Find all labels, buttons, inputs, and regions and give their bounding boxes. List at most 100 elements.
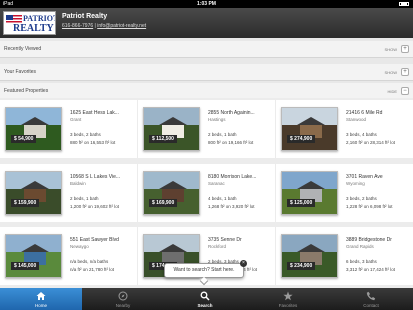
listing-beds-baths: 3 beds, 2 baths: [70, 132, 101, 137]
listing-address: 1625 East Hess Lak...: [70, 110, 119, 116]
listing-city: Stanwood: [346, 117, 367, 122]
listing-address: 10568 S L Lakes Vie...: [70, 174, 121, 180]
patriot-realty-logo: PATRIOT REALTY: [3, 11, 56, 35]
listing-address: 551 East Sawyer Blvd: [70, 237, 119, 243]
listing-price: $ 234,900: [287, 262, 316, 270]
tab-home[interactable]: Home: [0, 288, 82, 310]
contact-line: 616-866-7976 | info@patriot-realty.net: [62, 23, 146, 29]
tooltip-text: Want to search? Start here.: [173, 267, 235, 273]
show-toggle-label[interactable]: SHOW: [385, 47, 397, 52]
listing-area: n/a ft² on 21,780 ft² lot: [70, 267, 115, 272]
listing-address: 8180 Morrison Lake...: [208, 174, 257, 180]
logo-text-bottom: REALTY: [13, 23, 54, 34]
app-title: Patriot Realty: [62, 13, 108, 20]
listing-price: $ 54,900: [11, 135, 37, 143]
tab-label: Contact: [363, 303, 379, 308]
tab-label: Favorites: [278, 303, 298, 308]
listing-address: 3735 Senne Dr: [208, 237, 242, 243]
listing-card[interactable]: $ 234,900 3889 Bridgestone Dr Grand Rapids…: [276, 227, 413, 285]
listing-address: 3701 Raven Ave: [346, 174, 383, 180]
phone-link[interactable]: 616-866-7976: [62, 23, 93, 29]
tab-bar: Home Nearby Search Favorites Contact: [0, 288, 413, 310]
listing-city: Grand Rapids: [346, 244, 374, 249]
search-icon: [200, 291, 210, 301]
listing-price: $ 274,900: [287, 135, 316, 143]
listing-photo[interactable]: $ 234,900: [281, 234, 338, 278]
app-header: PATRIOT REALTY Patriot Realty 616-866-79…: [0, 8, 413, 38]
home-icon: [36, 292, 46, 300]
status-bar: iPad 1:03 PM: [0, 0, 413, 8]
listing-beds-baths: 3 beds, 4 baths: [346, 132, 377, 137]
listing-card[interactable]: $ 274,900 21416 6 Mile Rd Stanwood 3 beds, …: [276, 100, 413, 158]
listing-beds-baths: 4 beds, 1 bath: [208, 196, 237, 201]
listing-price: $ 169,900: [149, 199, 178, 207]
tab-label: Nearby: [115, 303, 131, 308]
section-title: Featured Properties: [4, 88, 49, 94]
tab-contact[interactable]: Contact: [330, 288, 413, 310]
plus-icon[interactable]: +: [401, 45, 409, 53]
listing-address: 21416 6 Mile Rd: [346, 110, 383, 116]
listing-city: Newaygo: [70, 244, 89, 249]
tab-favorites[interactable]: Favorites: [247, 288, 329, 310]
listing-beds-baths: 2 beds, 1 bath: [70, 196, 99, 201]
listing-city: Hastings: [208, 117, 226, 122]
listing-city: Rockford: [208, 244, 227, 249]
listing-area: 1,200 ft² on 19,602 ft² lot: [70, 204, 120, 209]
close-icon[interactable]: ×: [240, 260, 247, 267]
listing-photo[interactable]: $ 54,900: [5, 107, 62, 151]
logo-text-top: PATRIOT: [23, 14, 56, 23]
listing-price: $ 145,000: [11, 262, 40, 270]
section-title: Recently Viewed: [4, 46, 42, 52]
featured-listings-grid: $ 54,900 1625 East Hess Lak... Grant 3 beds…: [0, 98, 413, 288]
listing-price: $ 112,500: [149, 135, 177, 143]
clock: 1:03 PM: [197, 1, 216, 7]
listing-city: Saranac: [208, 181, 225, 186]
listing-photo[interactable]: $ 159,900: [5, 171, 62, 215]
listing-photo[interactable]: $ 145,000: [5, 234, 62, 278]
listing-card[interactable]: $ 112,500 2855 North Againin... Hastings 2 …: [138, 100, 275, 158]
listing-card[interactable]: $ 169,900 8180 Morrison Lake... Saranac 4 b…: [138, 164, 275, 222]
listing-card[interactable]: $ 54,900 1625 East Hess Lak... Grant 3 beds…: [0, 100, 137, 158]
listing-price: $ 159,900: [11, 199, 40, 207]
listing-card[interactable]: $ 145,000 551 East Sawyer Blvd Newaygo n/a …: [0, 227, 137, 285]
tab-label: Search: [197, 303, 213, 308]
listing-photo[interactable]: $ 274,900: [281, 107, 338, 151]
listing-area: 880 ft² on 16,553 ft² lot: [70, 140, 116, 145]
section-title: Your Favorites: [4, 69, 37, 75]
listing-beds-baths: 2 beds, 1 bath: [208, 132, 237, 137]
section-your-favorites[interactable]: Your Favorites SHOW +: [0, 64, 413, 81]
search-hint-tooltip[interactable]: Want to search? Start here. ×: [164, 260, 247, 278]
listing-area: 2,160 ft² on 28,314 ft² lot: [346, 140, 396, 145]
listing-price: $ 125,000: [287, 199, 316, 207]
battery-icon: [399, 2, 409, 6]
listing-city: Wyoming: [346, 181, 365, 186]
listing-beds-baths: n/a beds, n/a baths: [70, 259, 109, 264]
tab-label: Home: [34, 303, 47, 308]
listing-address: 2855 North Againin...: [208, 110, 255, 116]
listing-city: Grant: [70, 117, 82, 122]
listing-beds-baths: 6 beds, 3 baths: [346, 259, 377, 264]
listing-beds-baths: 3 beds, 2 baths: [346, 196, 377, 201]
listing-area: 800 ft² on 19,166 ft² lot: [208, 140, 254, 145]
listing-address: 3889 Bridgestone Dr: [346, 237, 392, 243]
tab-nearby[interactable]: Nearby: [82, 288, 164, 310]
listing-area: 1,268 ft² on 3,920 ft² lot: [208, 204, 255, 209]
hide-toggle-label[interactable]: HIDE: [387, 89, 397, 94]
star-icon: [283, 291, 293, 301]
phone-icon: [366, 291, 376, 301]
tab-search[interactable]: Search: [164, 288, 246, 310]
listing-photo[interactable]: $ 125,000: [281, 171, 338, 215]
listing-card[interactable]: $ 125,000 3701 Raven Ave Wyoming 3 beds, 2 …: [276, 164, 413, 222]
compass-icon: [118, 291, 128, 301]
listing-area: 1,228 ft² on 6,098 ft² lot: [346, 204, 393, 209]
listing-area: 3,312 ft² on 17,424 ft² lot: [346, 267, 396, 272]
listing-photo[interactable]: $ 112,500: [143, 107, 200, 151]
email-link[interactable]: info@patriot-realty.net: [97, 23, 146, 29]
listing-photo[interactable]: $ 169,900: [143, 171, 200, 215]
show-toggle-label[interactable]: SHOW: [385, 70, 397, 75]
listing-card[interactable]: $ 159,900 10568 S L Lakes Vie... Baldwin 2 …: [0, 164, 137, 222]
section-recently-viewed[interactable]: Recently Viewed SHOW +: [0, 41, 413, 58]
minus-icon[interactable]: −: [401, 87, 409, 95]
plus-icon[interactable]: +: [401, 68, 409, 76]
listing-city: Baldwin: [70, 181, 86, 186]
